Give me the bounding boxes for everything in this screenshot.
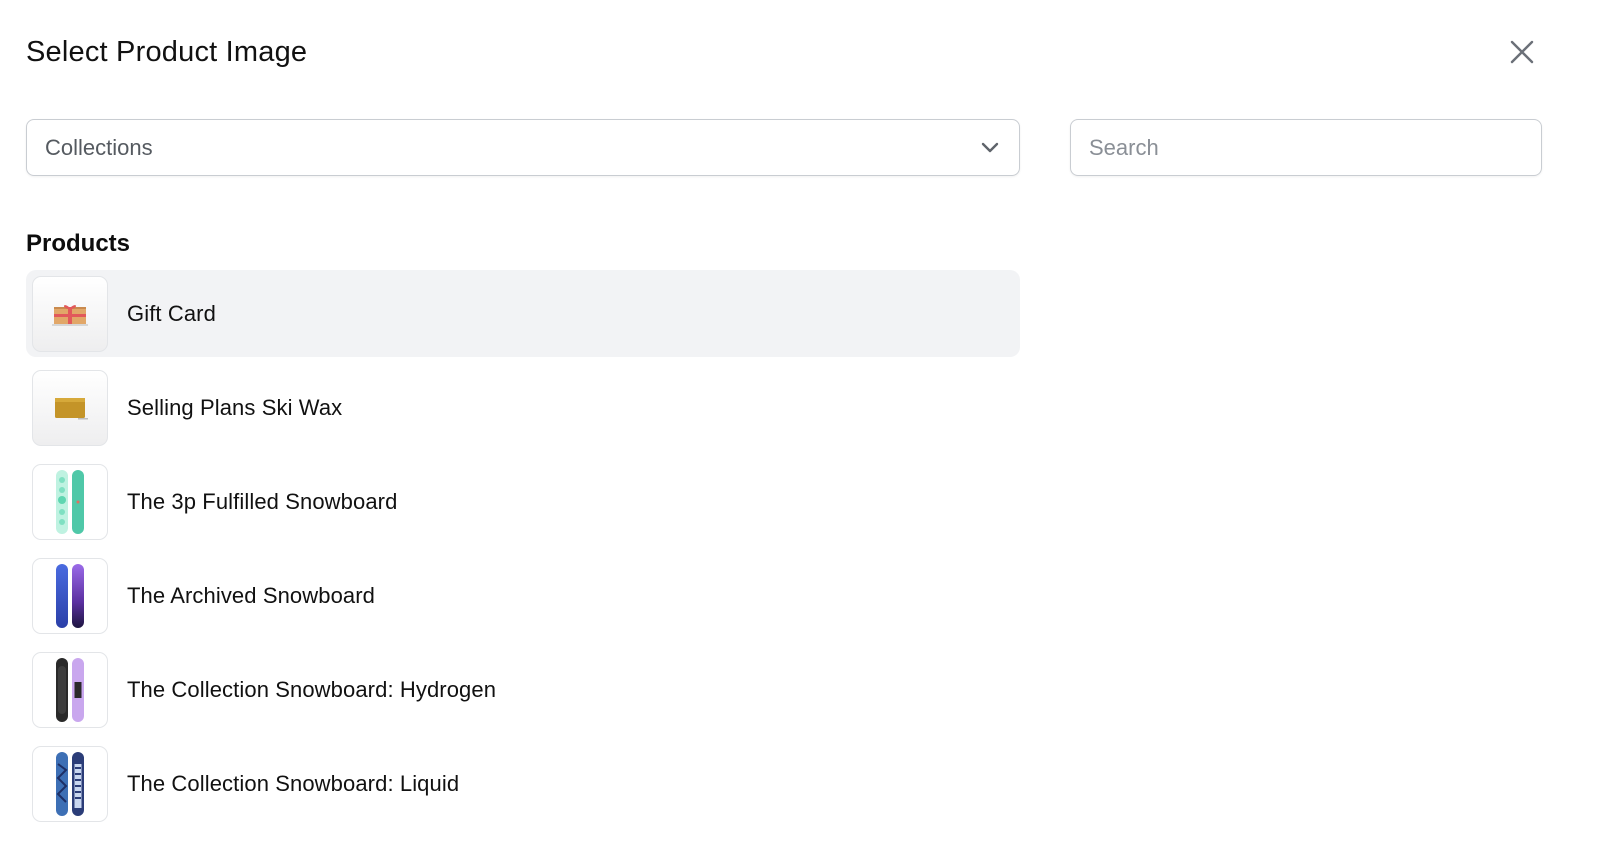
snowboard-teal-icon bbox=[32, 463, 108, 540]
snowboard-black-lilac-icon bbox=[32, 651, 108, 728]
ski-wax-icon bbox=[32, 369, 108, 446]
product-name: The Collection Snowboard: Hydrogen bbox=[127, 676, 497, 702]
product-item-archived-snowboard[interactable]: The Archived Snowboard bbox=[26, 552, 1020, 639]
product-item-collection-snowboard-hydrogen[interactable]: The Collection Snowboard: Hydrogen bbox=[26, 646, 1020, 733]
dialog-title: Select Product Image bbox=[26, 36, 308, 68]
search-input[interactable] bbox=[1071, 120, 1541, 175]
collections-select-value: Collections bbox=[45, 134, 153, 160]
products-heading: Products bbox=[26, 230, 131, 257]
product-item-selling-plans-ski-wax[interactable]: Selling Plans Ski Wax bbox=[26, 364, 1020, 451]
gift-card-icon bbox=[32, 275, 108, 352]
collections-select[interactable]: Collections bbox=[26, 119, 1020, 176]
chevron-down-icon bbox=[979, 137, 1001, 159]
product-list: Gift Card Selling Plans Ski Wax The 3p F… bbox=[26, 270, 1020, 834]
product-name: The Collection Snowboard: Liquid bbox=[127, 770, 460, 796]
product-name: The 3p Fulfilled Snowboard bbox=[127, 488, 398, 514]
product-item-collection-snowboard-liquid[interactable]: The Collection Snowboard: Liquid bbox=[26, 740, 1020, 827]
product-name: Selling Plans Ski Wax bbox=[127, 394, 343, 420]
product-item-3p-fulfilled-snowboard[interactable]: The 3p Fulfilled Snowboard bbox=[26, 458, 1020, 545]
search-field bbox=[1070, 119, 1542, 176]
select-product-image-dialog: Select Product Image Collections Product… bbox=[0, 0, 1602, 854]
close-icon bbox=[1510, 40, 1534, 64]
product-item-gift-card[interactable]: Gift Card bbox=[26, 270, 1020, 357]
snowboard-blue-purple-icon bbox=[32, 557, 108, 634]
product-name: Gift Card bbox=[127, 300, 216, 326]
close-button[interactable] bbox=[1500, 30, 1544, 74]
snowboard-navy-icon bbox=[32, 745, 108, 822]
product-name: The Archived Snowboard bbox=[127, 582, 376, 608]
